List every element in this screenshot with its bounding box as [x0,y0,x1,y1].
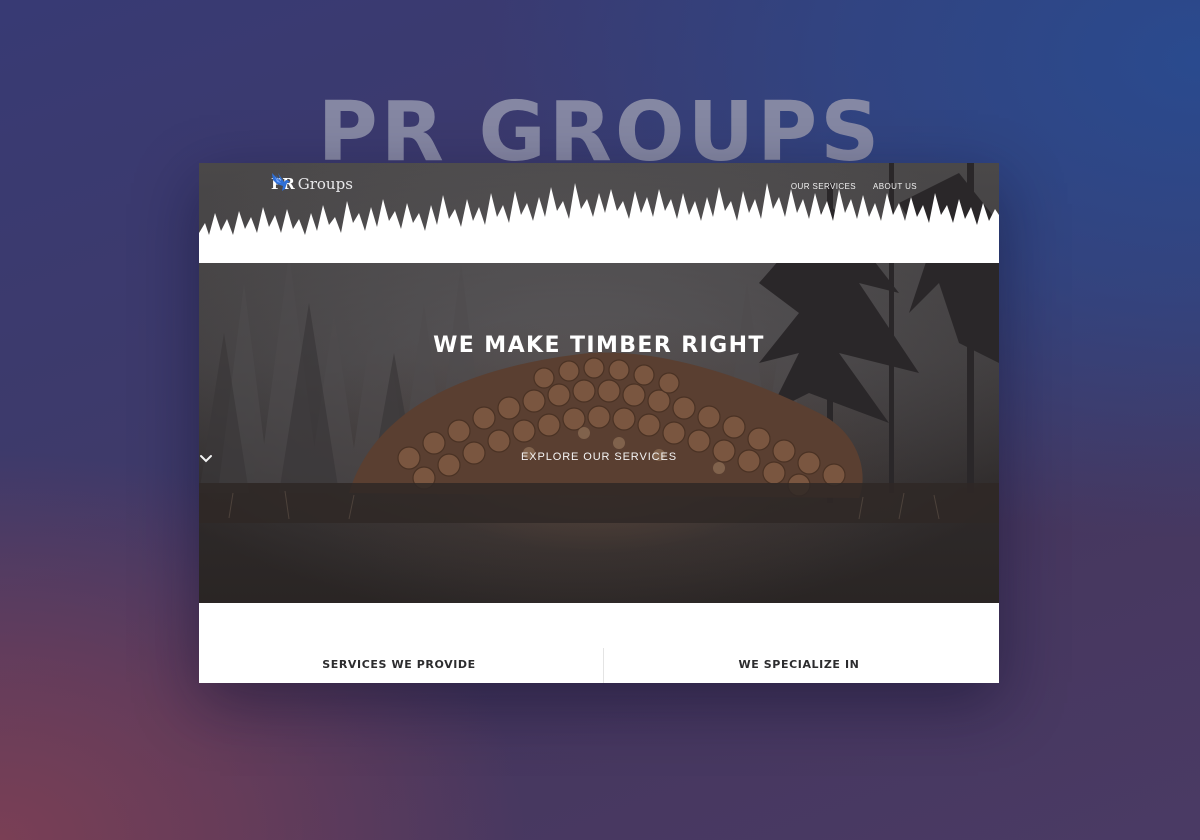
explore-services-label: EXPLORE OUR SERVICES [521,451,677,463]
section-divider [603,648,604,683]
explore-services-link[interactable]: EXPLORE OUR SERVICES [199,451,999,463]
white-treeline-divider [199,183,999,263]
section-headings: SERVICES WE PROVIDE WE SPECIALIZE IN [199,647,999,683]
section-heading-services: SERVICES WE PROVIDE [322,658,476,671]
hero-section: PR Groups OUR SERVICES ABOUT US WE MAKE … [199,163,999,603]
website-mockup: PR Groups OUR SERVICES ABOUT US WE MAKE … [199,163,999,683]
backdrop-brand-title: PR GROUPS [317,85,883,180]
chevron-down-icon [200,455,212,463]
hero-title: WE MAKE TIMBER RIGHT [433,333,765,358]
section-heading-specialize: WE SPECIALIZE IN [738,658,860,671]
